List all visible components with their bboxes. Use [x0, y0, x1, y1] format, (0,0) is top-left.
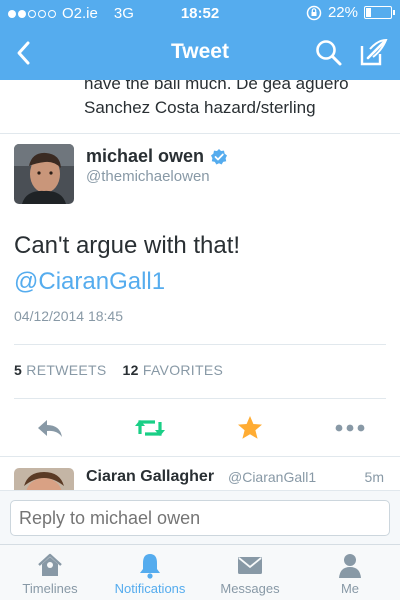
retweet-icon	[135, 420, 165, 436]
tab-messages[interactable]: Messages	[200, 545, 300, 600]
more-button[interactable]	[333, 412, 367, 444]
previous-tweet-fragment[interactable]: have the ball much. De gea aguero Sanche…	[0, 80, 400, 134]
reply-icon	[38, 420, 62, 437]
reply-author-handle[interactable]: @CiaranGall1	[228, 469, 316, 485]
retweets-label: RETWEETS	[26, 362, 107, 378]
profile-photo-icon	[14, 468, 74, 490]
tweet-timestamp: 04/12/2014 18:45	[14, 308, 123, 324]
tweet-actions	[0, 412, 400, 444]
author-name-row: michael owen	[86, 146, 228, 167]
status-bar: O2.ie 3G 18:52 22%	[0, 0, 400, 26]
battery-percent: 22%	[327, 4, 358, 21]
divider	[14, 344, 386, 345]
top-bar: O2.ie 3G 18:52 22% Tweet	[0, 0, 400, 80]
profile-photo-icon	[14, 144, 74, 204]
favorites-count: 12	[122, 362, 139, 378]
battery-fill	[366, 8, 371, 17]
search-icon[interactable]	[312, 36, 346, 70]
avatar[interactable]	[14, 144, 74, 204]
tab-me[interactable]: Me	[300, 545, 400, 600]
compose-icon[interactable]	[356, 36, 390, 70]
favorites-stat[interactable]: 12 FAVORITES	[122, 362, 223, 378]
tab-timelines[interactable]: Timelines	[0, 545, 100, 600]
tab-label: Notifications	[114, 581, 186, 596]
reply-button[interactable]	[33, 412, 67, 444]
retweet-button[interactable]	[133, 412, 167, 444]
tab-label: Timelines	[22, 581, 78, 596]
favorites-label: FAVORITES	[142, 362, 224, 378]
envelope-icon	[238, 557, 262, 574]
tab-label: Messages	[220, 581, 280, 596]
reply-tweet-preview[interactable]: Ciaran Gallagher @CiaranGall1 5m	[0, 458, 400, 490]
retweets-count: 5	[14, 362, 23, 378]
reply-author-name[interactable]: Ciaran Gallagher	[86, 468, 214, 486]
tab-label: Me	[340, 581, 360, 596]
person-icon	[339, 554, 361, 578]
favorite-star-icon	[238, 416, 262, 439]
mention-link[interactable]: @CiaranGall1	[14, 264, 386, 300]
previous-tweet-text: have the ball much. De gea aguero Sanche…	[84, 80, 384, 120]
tweet-author[interactable]: michael owen @themichaelowen	[14, 144, 386, 206]
retweets-stat[interactable]: 5 RETWEETS	[14, 362, 106, 378]
tab-bar: Timelines Notifications Messages Me	[0, 544, 400, 600]
battery-icon	[364, 6, 395, 19]
tweet-text: Can't argue with that! @CiaranGall1	[14, 228, 386, 300]
previous-tweet-line-2: Sanchez Costa hazard/sterling	[84, 98, 316, 117]
verified-badge-icon	[211, 148, 228, 164]
phone-screen: O2.ie 3G 18:52 22% Tweet have the ball m…	[0, 0, 400, 600]
avatar[interactable]	[14, 468, 74, 490]
status-right: 22%	[306, 4, 395, 21]
author-handle[interactable]: @themichaelowen	[86, 168, 210, 185]
orientation-lock-icon	[306, 5, 322, 20]
reply-composer	[0, 490, 400, 544]
bell-icon	[140, 554, 160, 579]
favorite-button[interactable]	[233, 412, 267, 444]
reply-input[interactable]	[10, 500, 390, 536]
reply-time: 5m	[364, 469, 384, 485]
author-name[interactable]: michael owen	[86, 146, 204, 167]
more-icon	[335, 424, 365, 432]
tab-notifications[interactable]: Notifications	[100, 545, 200, 600]
divider	[0, 456, 400, 457]
divider	[14, 398, 386, 399]
previous-tweet-line-1: have the ball much. De gea aguero	[84, 80, 349, 93]
nav-bar: Tweet	[0, 26, 400, 80]
tweet-text-content: Can't argue with that!	[14, 232, 241, 259]
tweet-stats: 5 RETWEETS 12 FAVORITES	[14, 362, 223, 378]
home-icon	[38, 553, 62, 576]
